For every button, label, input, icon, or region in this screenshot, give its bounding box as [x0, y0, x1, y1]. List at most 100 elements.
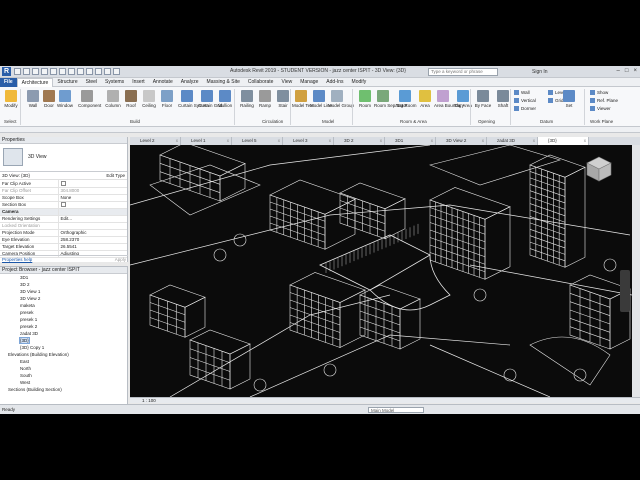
thin-lines-icon[interactable]: [104, 68, 111, 75]
ribbon-tab-steel[interactable]: Steel: [82, 78, 101, 87]
ribbon-tag-room-button[interactable]: Tag Room: [396, 90, 417, 108]
drawing-canvas[interactable]: [130, 145, 632, 397]
property-checkbox[interactable]: [60, 202, 66, 207]
ribbon-roof-button[interactable]: Roof: [122, 90, 140, 108]
view-tab[interactable]: {3D}: [538, 137, 589, 145]
search-input[interactable]: Type a keyword or phrase: [428, 68, 498, 76]
ribbon-dormer[interactable]: Dormer: [514, 106, 536, 112]
ribbon-panel-circulation[interactable]: Circulation: [262, 119, 283, 124]
ribbon-panel-build[interactable]: Build: [130, 119, 140, 124]
ribbon-tab-add-ins[interactable]: Add-Ins: [322, 78, 347, 87]
view-tab[interactable]: Level 5: [232, 137, 283, 145]
ribbon-ramp-button[interactable]: Ramp: [256, 90, 274, 108]
view-tab[interactable]: Level 2: [130, 137, 181, 145]
ribbon-room-separator-button[interactable]: Room Separator: [374, 90, 407, 108]
ribbon-area-boundary-button[interactable]: Area Boundary: [434, 90, 464, 108]
browser-item[interactable]: {3D}: [0, 337, 127, 344]
ribbon-panel-datum[interactable]: Datum: [540, 119, 553, 124]
ribbon-curtain-grid-button[interactable]: Curtain Grid: [198, 90, 222, 108]
instance-filter[interactable]: 3D View: {3D} Edit Type: [0, 172, 127, 180]
ribbon-railing-button[interactable]: Railing: [238, 90, 256, 108]
ribbon-tab-view[interactable]: View: [277, 78, 296, 87]
revit-logo-icon[interactable]: R: [2, 67, 11, 76]
type-selector[interactable]: 3D View: [0, 144, 127, 172]
browser-item[interactable]: zadat 3D: [0, 330, 127, 337]
ribbon-viewer[interactable]: Viewer: [590, 106, 611, 112]
ribbon-component-button[interactable]: Component: [78, 90, 101, 108]
ribbon-panel-model[interactable]: Model: [322, 119, 334, 124]
ribbon-model-group-button[interactable]: Model Group: [328, 90, 354, 108]
property-value[interactable]: [58, 180, 127, 188]
apply-button[interactable]: Apply: [115, 257, 126, 262]
ribbon-tab-systems[interactable]: Systems: [101, 78, 128, 87]
active-workset-select[interactable]: Main Model: [368, 407, 424, 413]
ribbon-area-button[interactable]: Area: [416, 90, 434, 108]
ribbon-tab-annotate[interactable]: Annotate: [149, 78, 177, 87]
browser-item[interactable]: West: [0, 379, 127, 386]
sync-icon[interactable]: [32, 68, 39, 75]
browser-item[interactable]: 3D View 1: [0, 288, 127, 295]
ribbon-mullion-button[interactable]: Mullion: [216, 90, 234, 108]
browser-item[interactable]: North: [0, 365, 127, 372]
vertical-scrollbar[interactable]: [632, 145, 640, 397]
property-row[interactable]: Camera: [0, 208, 127, 216]
text-icon[interactable]: [77, 68, 84, 75]
ribbon-by-face-button[interactable]: By Face: [474, 90, 492, 108]
browser-item[interactable]: presek 1: [0, 316, 127, 323]
minimize-icon[interactable]: –: [617, 68, 620, 74]
property-value[interactable]: Orthographic: [58, 229, 127, 237]
ribbon-tab-analyze[interactable]: Analyze: [177, 78, 203, 87]
ribbon-tab-collaborate[interactable]: Collaborate: [244, 78, 278, 87]
browser-item[interactable]: 3D 2: [0, 281, 127, 288]
ribbon-tab-massing-site[interactable]: Massing & Site: [203, 78, 244, 87]
close-windows-icon[interactable]: [113, 68, 120, 75]
property-value[interactable]: 304.8000: [58, 187, 127, 195]
browser-item[interactable]: Elevations (Building Elevation): [0, 351, 127, 358]
ribbon-tab-manage[interactable]: Manage: [296, 78, 322, 87]
browser-item[interactable]: presek: [0, 309, 127, 316]
ribbon-panel-work-plane[interactable]: Work Plane: [590, 119, 613, 124]
navigation-bar-icon[interactable]: [620, 270, 630, 312]
ribbon-panel-room-area[interactable]: Room & Area: [400, 119, 427, 124]
browser-item[interactable]: South: [0, 372, 127, 379]
ribbon-room-button[interactable]: Room: [356, 90, 374, 108]
ribbon-modify-button[interactable]: Modify: [2, 90, 20, 108]
measure-icon[interactable]: [68, 68, 75, 75]
ribbon-tab-file[interactable]: File: [0, 77, 17, 87]
ribbon-wall-opening[interactable]: Wall: [514, 90, 530, 96]
view-scale[interactable]: 1 : 100: [142, 398, 156, 403]
browser-item[interactable]: 3D1: [0, 274, 127, 281]
ribbon-set-button[interactable]: Set: [560, 90, 578, 108]
ribbon-ref-plane[interactable]: Ref. Plane: [590, 98, 618, 104]
view-tab[interactable]: 3D View 2: [436, 137, 487, 145]
open-icon[interactable]: [14, 68, 21, 75]
view-tab[interactable]: 3D1: [385, 137, 436, 145]
signin-button[interactable]: Sign In: [532, 69, 548, 75]
ribbon-model-line-button[interactable]: Model Line: [310, 90, 332, 108]
properties-help-link[interactable]: Properties help: [2, 257, 32, 262]
ribbon-tab-architecture[interactable]: Architecture: [16, 77, 54, 87]
view-tab[interactable]: 3D 2: [334, 137, 385, 145]
view-tab[interactable]: zadat 3D: [487, 137, 538, 145]
browser-item[interactable]: East: [0, 358, 127, 365]
ribbon-tab-structure[interactable]: Structure: [53, 78, 81, 87]
ribbon-curtain-system-button[interactable]: Curtain System: [178, 90, 209, 108]
close-icon[interactable]: ×: [633, 68, 637, 74]
property-value[interactable]: Edit...: [58, 215, 127, 223]
property-value[interactable]: [58, 222, 127, 230]
undo-icon[interactable]: [41, 68, 48, 75]
section-icon[interactable]: [95, 68, 102, 75]
ribbon-tab-insert[interactable]: Insert: [128, 78, 149, 87]
ribbon-panel-opening[interactable]: Opening: [478, 119, 495, 124]
property-value[interactable]: 258.2370: [58, 236, 127, 244]
edit-type-button[interactable]: Edit Type: [106, 173, 125, 178]
view-tab[interactable]: Level 1: [181, 137, 232, 145]
print-icon[interactable]: [59, 68, 66, 75]
ribbon-vertical[interactable]: Vertical: [514, 98, 536, 104]
property-value[interactable]: 26.5541: [58, 243, 127, 251]
browser-item[interactable]: Sections (Building Section): [0, 386, 127, 393]
ribbon-model-text-button[interactable]: Model Text: [292, 90, 314, 108]
browser-item[interactable]: presek 2: [0, 323, 127, 330]
browser-item[interactable]: {3D} Copy 1: [0, 344, 127, 351]
ribbon-show[interactable]: Show: [590, 90, 608, 96]
